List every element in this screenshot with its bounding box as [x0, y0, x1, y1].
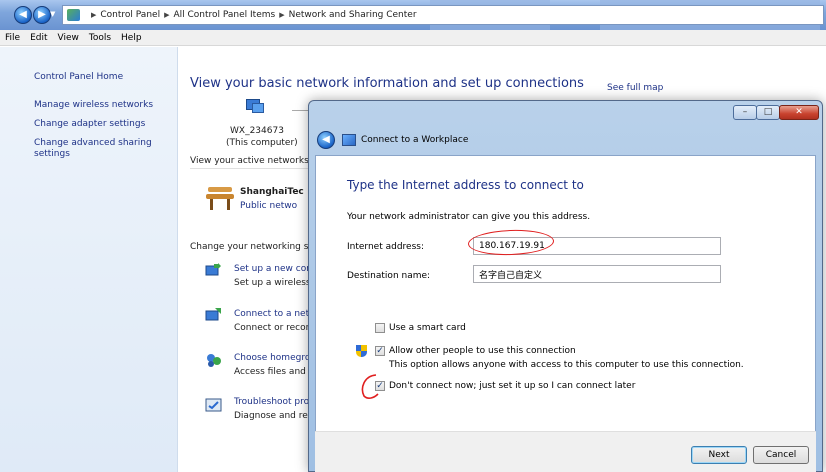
menu-view[interactable]: View [53, 30, 84, 46]
dialog-body: Type the Internet address to connect to … [315, 155, 816, 472]
task-homegroup-link[interactable]: Choose homegro [234, 353, 310, 363]
dont-connect-label: Don't connect now; just set it up so I c… [389, 381, 636, 391]
breadcrumb: ▶ Control Panel ▶ All Control Panel Items ▶ N… [87, 10, 417, 20]
task-setup-connection-link[interactable]: Set up a new con [234, 264, 312, 274]
chevron-right-icon: ▶ [279, 11, 285, 19]
back-icon[interactable]: ◀ [317, 131, 335, 149]
network-type-link[interactable]: Public netwo [240, 201, 297, 211]
connect-network-icon [205, 307, 223, 323]
connect-workplace-dialog: – □ ✕ ◀ Connect to a Workplace Type the … [308, 100, 823, 472]
address-box[interactable]: ▶ Control Panel ▶ All Control Panel Items ▶ N… [62, 5, 824, 25]
see-full-map-link[interactable]: See full map [607, 83, 663, 93]
dialog-title: Connect to a Workplace [361, 135, 469, 145]
destination-name-input[interactable] [473, 265, 721, 283]
back-icon[interactable]: ◀ [14, 6, 32, 24]
allow-others-label: Allow other people to use this connectio… [389, 346, 576, 356]
task-homegroup-desc: Access files and p [234, 367, 315, 377]
sidebar-item-home[interactable]: Control Panel Home [34, 72, 123, 83]
forward-icon[interactable]: ▶ [33, 6, 51, 24]
task-setup-connection-desc: Set up a wireless, [234, 278, 314, 288]
dialog-header: ◀ Connect to a Workplace [315, 125, 816, 155]
page-title: View your basic network information and … [190, 76, 584, 91]
menu-file[interactable]: File [0, 30, 25, 46]
annotation-check-mark [361, 374, 379, 399]
dialog-footer: Next Cancel [315, 431, 816, 472]
cancel-button[interactable]: Cancel [753, 446, 809, 464]
dialog-heading: Type the Internet address to connect to [347, 178, 584, 192]
task-connect-network-desc: Connect or recon [234, 323, 312, 333]
smart-card-checkbox[interactable] [375, 323, 385, 333]
maximize-button[interactable]: □ [756, 105, 780, 120]
allow-others-checkbox[interactable]: ✓ [375, 346, 385, 356]
destination-name-label: Destination name: [347, 271, 431, 281]
task-troubleshoot-link[interactable]: Troubleshoot pro [234, 397, 309, 407]
menu-help[interactable]: Help [116, 30, 147, 46]
breadcrumb-item[interactable]: All Control Panel Items [173, 10, 275, 20]
next-button[interactable]: Next [691, 446, 747, 464]
new-connection-icon [205, 262, 223, 278]
divider [190, 168, 310, 169]
uac-shield-icon [356, 345, 367, 357]
menu-bar: File Edit View Tools Help [0, 30, 826, 46]
task-connect-network-link[interactable]: Connect to a netw [234, 309, 316, 319]
close-button[interactable]: ✕ [779, 105, 819, 120]
sidebar-item-manage-wireless[interactable]: Manage wireless networks [34, 100, 153, 111]
internet-address-label: Internet address: [347, 242, 424, 252]
computer-name: WX_234673 [230, 126, 284, 136]
computer-icon [246, 99, 264, 115]
dialog-description: Your network administrator can give you … [347, 212, 591, 222]
breadcrumb-item[interactable]: Control Panel [100, 10, 160, 20]
minimize-button[interactable]: – [733, 105, 757, 120]
change-settings-label: Change your networking se [190, 242, 314, 252]
network-name: ShanghaiTec [240, 187, 304, 197]
allow-others-note: This option allows anyone with access to… [389, 360, 744, 370]
chevron-right-icon: ▶ [164, 11, 170, 19]
chevron-right-icon: ▶ [91, 11, 97, 19]
smart-card-label: Use a smart card [389, 323, 466, 333]
menu-tools[interactable]: Tools [84, 30, 116, 46]
sidebar-item-advanced-sharing-line2[interactable]: settings [34, 149, 70, 160]
menu-edit[interactable]: Edit [25, 30, 52, 46]
sidebar: Control Panel Home Manage wireless netwo… [0, 47, 178, 472]
control-panel-icon [67, 9, 80, 21]
computer-sub: (This computer) [226, 138, 298, 148]
address-bar: ◀ ▶ ▼ ▶ Control Panel ▶ All Control Panel I… [0, 0, 826, 30]
vpn-connection-icon [342, 134, 356, 146]
active-networks-label: View your active networks [190, 156, 309, 166]
troubleshoot-icon [205, 397, 223, 413]
breadcrumb-item[interactable]: Network and Sharing Center [289, 10, 417, 20]
task-troubleshoot-desc: Diagnose and rep [234, 411, 314, 421]
homegroup-icon [205, 352, 223, 368]
sidebar-item-adapter-settings[interactable]: Change adapter settings [34, 119, 145, 130]
sidebar-item-advanced-sharing[interactable]: Change advanced sharing [34, 138, 152, 149]
recent-pages-icon[interactable]: ▼ [50, 10, 58, 20]
public-network-bench-icon [206, 186, 234, 212]
